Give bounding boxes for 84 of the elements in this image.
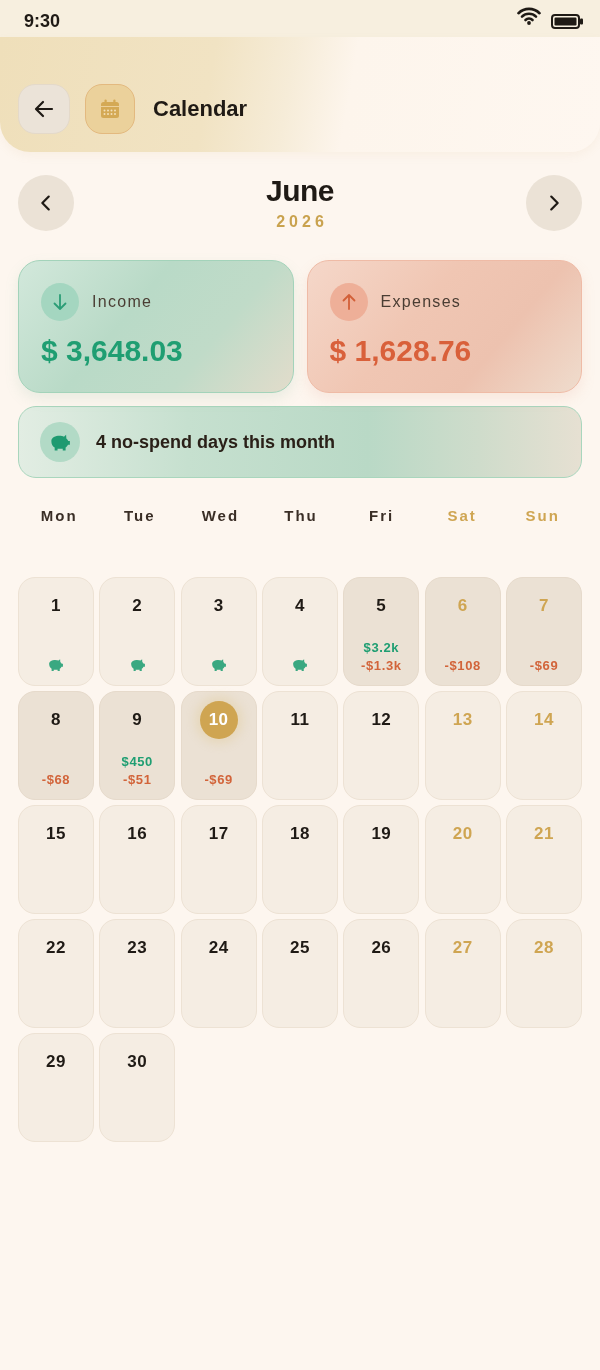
day-number: 20	[452, 824, 473, 844]
day-number: 17	[208, 824, 229, 844]
day-number: 10	[199, 701, 238, 739]
day-number: 29	[45, 1052, 66, 1072]
previous-month-button[interactable]	[18, 175, 74, 231]
calendar-icon	[85, 84, 135, 134]
weekday-label: Fri	[367, 506, 395, 526]
day-number: 15	[45, 824, 66, 844]
arrow-up-icon	[329, 283, 368, 321]
day-number: 21	[534, 824, 554, 844]
arrow-down-icon	[41, 283, 79, 321]
day-number: 30	[127, 1052, 148, 1072]
day-cell[interactable]: 2	[99, 577, 176, 686]
day-cell[interactable]: 12	[343, 691, 420, 800]
day-cell[interactable]: 24	[180, 919, 257, 1028]
month-label: June	[266, 174, 334, 208]
day-number: 4	[295, 596, 305, 616]
day-number: 6	[457, 596, 468, 616]
day-number: 22	[45, 938, 66, 958]
day-cell[interactable]: 19	[343, 805, 420, 914]
day-cell[interactable]: 8 -$68	[18, 691, 94, 800]
day-cell[interactable]: 18	[262, 805, 338, 914]
day-cell[interactable]: 5 $3.2k -$1.3k	[343, 577, 420, 686]
day-number: 5	[376, 596, 387, 616]
day-cell[interactable]: 26	[343, 919, 420, 1028]
day-number: 3	[213, 596, 224, 616]
weekday-label: Sat	[446, 506, 477, 526]
day-cell[interactable]: 16	[99, 805, 176, 914]
day-number: 14	[534, 710, 554, 730]
day-number: 13	[452, 710, 473, 730]
day-income: $450	[121, 754, 153, 770]
expense-label: Expenses	[380, 293, 462, 311]
day-number: 25	[290, 938, 310, 958]
day-cell[interactable]: 3	[180, 577, 257, 686]
weekday-label: Wed	[200, 506, 240, 526]
day-cell[interactable]: 23	[99, 919, 176, 1028]
day-cell[interactable]: 25	[262, 919, 338, 1028]
expense-amount: $ 1,628.76	[329, 333, 473, 369]
year-label: 2026	[275, 212, 328, 232]
day-cell[interactable]: 29	[18, 1033, 94, 1142]
day-expense: -$69	[204, 772, 233, 788]
day-expense: -$69	[529, 658, 559, 674]
back-button[interactable]	[18, 84, 70, 134]
weekday-label: Thu	[283, 506, 318, 526]
day-cell[interactable]: 22	[18, 919, 94, 1028]
day-number: 28	[534, 938, 554, 958]
income-label: Income	[92, 293, 153, 311]
screen-title: Calendar	[153, 96, 248, 122]
day-expense: -$51	[123, 772, 152, 788]
day-number: 26	[371, 938, 392, 958]
piggy-bank-icon	[40, 422, 80, 462]
battery-icon	[551, 14, 583, 29]
day-number: 7	[539, 596, 550, 616]
day-cell[interactable]: 17	[180, 805, 257, 914]
day-number: 24	[208, 938, 229, 958]
day-cell[interactable]: 9 $450 -$51	[99, 691, 176, 800]
day-cell[interactable]: 15	[18, 805, 94, 914]
day-number: 12	[371, 710, 392, 730]
next-month-button[interactable]	[526, 175, 582, 231]
weekday-label: Tue	[123, 506, 156, 526]
day-number: 23	[127, 938, 148, 958]
day-number: 16	[127, 824, 148, 844]
day-number: 27	[452, 938, 473, 958]
day-number: 11	[290, 710, 310, 730]
day-cell[interactable]: 11	[262, 691, 338, 800]
status-time: 9:30	[24, 11, 61, 32]
weekday-label: Mon	[39, 506, 78, 526]
day-cell[interactable]: 30	[99, 1033, 176, 1142]
day-number: 18	[290, 824, 310, 844]
day-expense: -$108	[444, 658, 481, 674]
day-expense: -$1.3k	[361, 658, 402, 674]
day-expense: -$68	[41, 772, 71, 788]
no-spend-text: 4 no-spend days this month	[96, 431, 336, 453]
day-income: $3.2k	[363, 640, 400, 656]
day-number: 19	[371, 824, 392, 844]
day-cell[interactable]: 4	[262, 577, 338, 686]
wifi-icon	[517, 6, 541, 25]
day-number: 9	[132, 710, 143, 730]
day-number: 1	[50, 596, 61, 616]
weekday-label: Sun	[524, 506, 560, 526]
day-number: 8	[50, 710, 61, 730]
day-cell[interactable]: 1	[18, 577, 94, 686]
day-number: 2	[132, 596, 143, 616]
income-amount: $ 3,648.03	[41, 333, 184, 369]
